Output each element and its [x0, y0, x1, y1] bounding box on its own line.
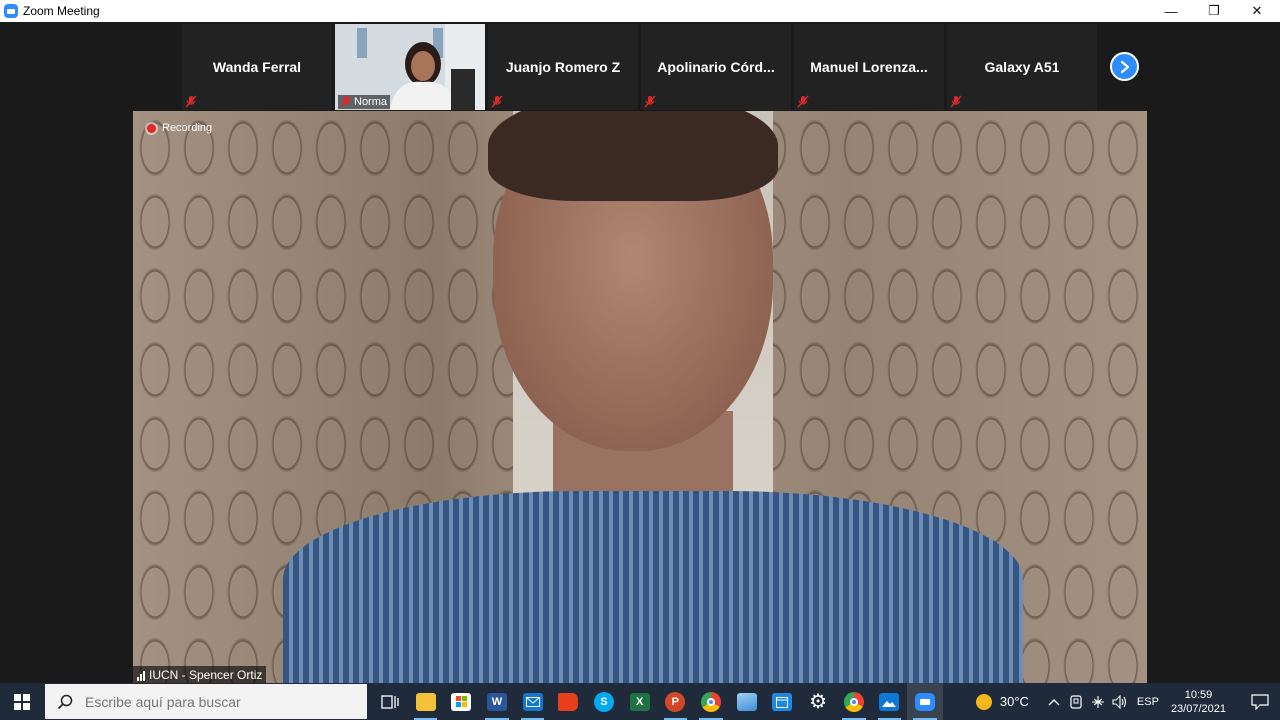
- powerpoint-button[interactable]: P: [658, 683, 694, 720]
- word-button[interactable]: W: [479, 683, 515, 720]
- powerpoint-icon: P: [665, 691, 686, 712]
- taskbar-search[interactable]: [45, 684, 367, 719]
- search-icon: [57, 694, 73, 709]
- device-tray-button[interactable]: [1065, 683, 1087, 720]
- window-title: Zoom Meeting: [23, 4, 100, 18]
- start-button[interactable]: [0, 683, 44, 720]
- speaker-name-tag: IUCN - Spencer Ortiz: [133, 666, 267, 683]
- participant-name: Wanda Ferral: [212, 59, 302, 75]
- pinned-apps: W S X P ⚙: [372, 683, 943, 720]
- muted-mic-icon: [340, 95, 352, 108]
- participant-tile[interactable]: Juanjo Romero Z: [488, 24, 638, 110]
- chrome-profile-button[interactable]: [836, 683, 872, 720]
- clock-date: 23/07/2021: [1170, 702, 1226, 715]
- device-icon: [1070, 694, 1082, 709]
- muted-mic-icon: [797, 95, 809, 108]
- signal-strength-icon: [137, 670, 145, 681]
- participant-tile[interactable]: Wanda Ferral: [182, 24, 332, 110]
- muted-mic-icon: [950, 95, 962, 108]
- calendar-icon: [772, 692, 793, 711]
- notifications-button[interactable]: [1240, 683, 1280, 720]
- participant-name: Norma: [354, 96, 388, 108]
- next-page-button[interactable]: [1110, 52, 1139, 81]
- muted-mic-icon: [185, 95, 197, 108]
- excel-button[interactable]: X: [622, 683, 658, 720]
- zoom-icon: [915, 692, 936, 711]
- task-view-icon: [381, 694, 399, 709]
- weather-widget[interactable]: 30°C: [975, 693, 1029, 710]
- network-icon: [1091, 695, 1104, 708]
- participant-name: Galaxy A51: [984, 59, 1060, 75]
- calendar-button[interactable]: [765, 683, 801, 720]
- task-view-button[interactable]: [372, 683, 408, 720]
- network-button[interactable]: [1087, 683, 1109, 720]
- participant-tile[interactable]: Manuel Lorenza...: [794, 24, 944, 110]
- muted-mic-icon: [491, 95, 503, 108]
- file-explorer-icon: [415, 692, 436, 711]
- chrome-profile-icon: [843, 691, 864, 712]
- recording-label: Recording: [162, 122, 213, 134]
- office-button[interactable]: [550, 683, 586, 720]
- recording-indicator: Recording: [147, 122, 212, 134]
- recording-dot-icon: [147, 123, 156, 133]
- chrome-icon: [701, 691, 722, 712]
- participant-name-tag: Norma: [338, 95, 391, 109]
- show-hidden-icons-button[interactable]: [1043, 683, 1065, 720]
- active-speaker-video[interactable]: Recording IUCN - Spencer Ortiz: [133, 111, 1147, 683]
- close-button[interactable]: ✕: [1236, 0, 1278, 22]
- sun-icon: [975, 693, 992, 710]
- system-tray: 30°C ESP 10:59 23/07/2021: [975, 683, 1280, 720]
- zoom-app-icon: [4, 4, 18, 18]
- chevron-up-icon: [1048, 698, 1060, 705]
- participant-name: Juanjo Romero Z: [505, 59, 621, 75]
- participant-tile[interactable]: Galaxy A51: [947, 24, 1097, 110]
- skype-icon: S: [593, 691, 614, 712]
- speaker-volume-icon: [1112, 694, 1126, 709]
- participant-name: Manuel Lorenza...: [810, 59, 928, 75]
- store-button[interactable]: [443, 683, 479, 720]
- photos-icon: [879, 692, 900, 711]
- speaker-hair: [488, 111, 778, 201]
- cloud-drive-button[interactable]: [729, 683, 765, 720]
- file-explorer-button[interactable]: [408, 683, 444, 720]
- windows-logo-icon: [14, 693, 30, 710]
- skype-button[interactable]: S: [586, 683, 622, 720]
- settings-icon: ⚙: [809, 691, 828, 713]
- maximize-button[interactable]: ❐: [1193, 0, 1235, 22]
- speaker-shirt: [283, 491, 1023, 683]
- word-icon: W: [486, 692, 507, 711]
- volume-button[interactable]: [1109, 683, 1131, 720]
- participant-tile[interactable]: Apolinario Córd...: [641, 24, 791, 110]
- title-bar: Zoom Meeting — ❐ ✕: [0, 0, 1280, 22]
- mail-button[interactable]: [515, 683, 551, 720]
- cloud-drive-icon: [736, 692, 757, 711]
- excel-icon: X: [629, 692, 650, 711]
- notification-icon: [1251, 693, 1269, 710]
- zoom-button[interactable]: [907, 683, 943, 720]
- input-language[interactable]: ESP: [1137, 696, 1159, 708]
- clock[interactable]: 10:59 23/07/2021: [1171, 688, 1226, 716]
- office-icon: [558, 692, 579, 711]
- participant-video-tile[interactable]: Norma: [335, 24, 485, 110]
- participant-name: Apolinario Córd...: [657, 59, 775, 75]
- photos-button[interactable]: [872, 683, 908, 720]
- clock-time: 10:59: [1184, 688, 1213, 701]
- muted-mic-icon: [644, 95, 656, 108]
- chrome-button[interactable]: [693, 683, 729, 720]
- microsoft-store-icon: [451, 692, 472, 711]
- weather-temperature: 30°C: [999, 694, 1029, 709]
- chevron-right-icon: [1120, 60, 1129, 73]
- mail-icon: [522, 692, 543, 711]
- meeting-area: Wanda Ferral Norma Juanjo Romero Z Apoli…: [0, 22, 1280, 683]
- settings-button[interactable]: ⚙: [800, 683, 836, 720]
- speaker-name: IUCN - Spencer Ortiz: [149, 668, 263, 682]
- minimize-button[interactable]: —: [1150, 0, 1192, 22]
- participant-strip: Wanda Ferral Norma Juanjo Romero Z Apoli…: [182, 24, 1097, 110]
- search-input[interactable]: [85, 693, 345, 710]
- windows-taskbar: W S X P ⚙ 30°C ESP 10:59: [0, 683, 1280, 720]
